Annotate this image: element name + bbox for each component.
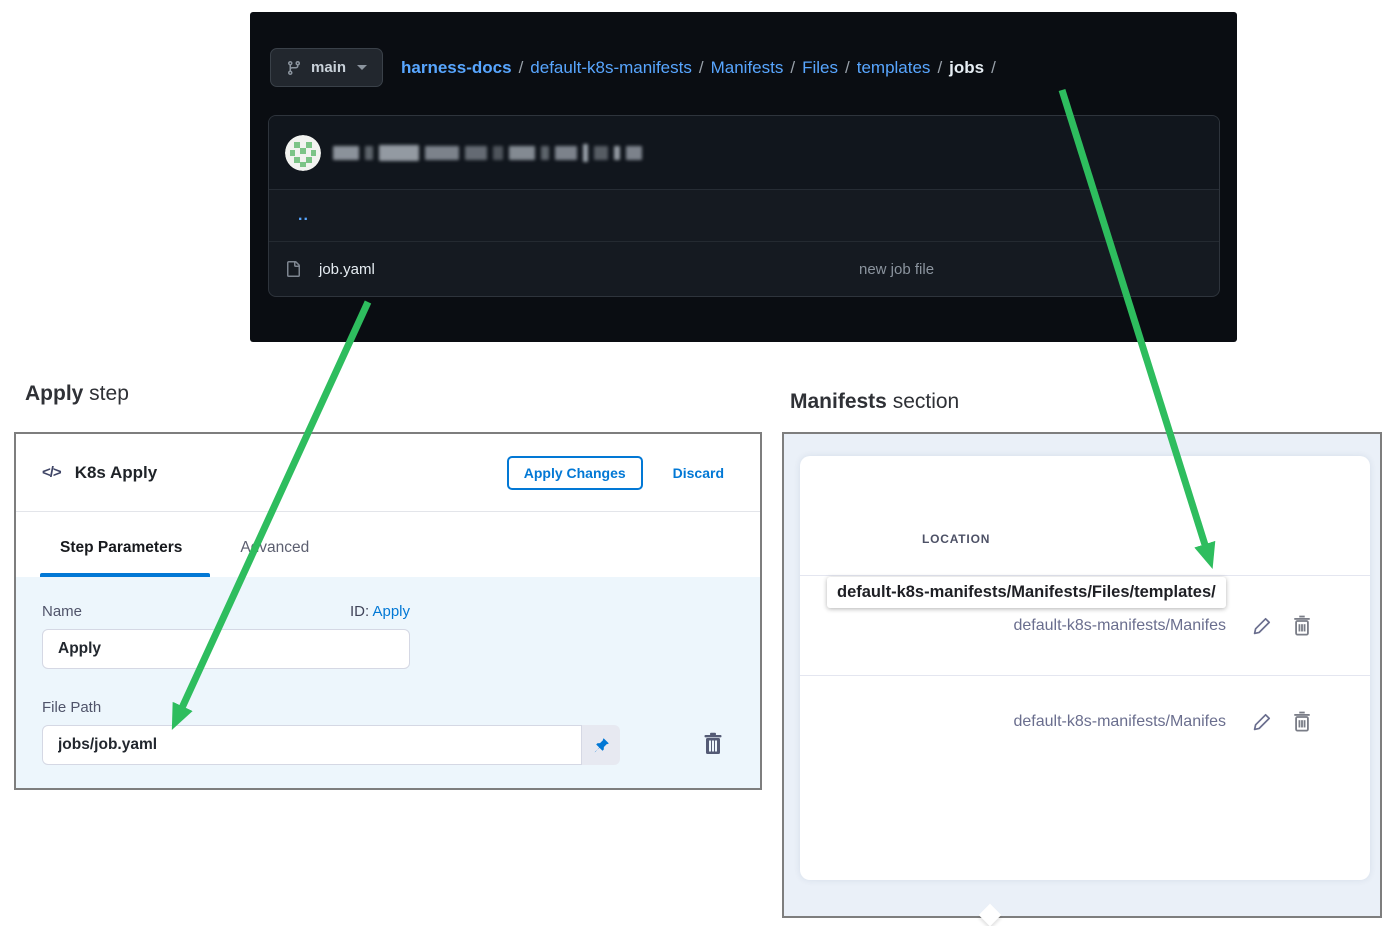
avatar[interactable] bbox=[285, 135, 321, 171]
manifests-heading-bold: Manifests bbox=[790, 390, 887, 413]
trash-icon bbox=[1292, 615, 1312, 637]
step-id: ID: Apply bbox=[350, 603, 410, 620]
delete-manifest-button[interactable] bbox=[1292, 615, 1312, 637]
tooltip-caret bbox=[979, 904, 1002, 926]
tab-step-parameters[interactable]: Step Parameters bbox=[56, 539, 186, 577]
breadcrumb-separator: / bbox=[991, 58, 996, 78]
id-label: ID: bbox=[350, 603, 369, 620]
apply-step-heading: Apply step bbox=[25, 382, 129, 406]
step-tabs: Step Parameters Advanced bbox=[16, 512, 760, 577]
file-list-box: .. job.yaml new job file bbox=[268, 115, 1220, 297]
file-row[interactable]: job.yaml new job file bbox=[269, 242, 1219, 296]
pencil-icon bbox=[1252, 616, 1272, 636]
manifest-location[interactable]: default-k8s-manifests/Manifes bbox=[1013, 713, 1226, 731]
file-name-link[interactable]: job.yaml bbox=[319, 261, 375, 278]
edit-manifest-button[interactable] bbox=[1252, 616, 1272, 636]
manifests-heading-rest: section bbox=[887, 390, 959, 413]
step-panel-header: </> K8s Apply Apply Changes Discard bbox=[16, 434, 760, 512]
branch-selector[interactable]: main bbox=[270, 48, 383, 87]
breadcrumb-default-k8s-manifests[interactable]: default-k8s-manifests bbox=[530, 58, 692, 78]
trash-icon bbox=[702, 732, 724, 756]
parent-directory-link[interactable]: .. bbox=[298, 207, 309, 225]
file-commit-message[interactable]: new job file bbox=[859, 261, 934, 278]
edit-manifest-button[interactable] bbox=[1252, 712, 1272, 732]
blurred-commit-text bbox=[333, 144, 642, 162]
apply-changes-button[interactable]: Apply Changes bbox=[507, 456, 643, 490]
step-parameters-form: Name ID: Apply File Path bbox=[16, 577, 760, 788]
breadcrumb-separator: / bbox=[845, 58, 850, 78]
name-input[interactable] bbox=[42, 629, 410, 669]
latest-commit-row[interactable] bbox=[269, 116, 1219, 190]
parent-directory-row[interactable]: .. bbox=[269, 190, 1219, 242]
branch-name: main bbox=[311, 59, 346, 76]
breadcrumb-separator: / bbox=[790, 58, 795, 78]
manifest-location[interactable]: default-k8s-manifests/Manifes bbox=[1013, 617, 1226, 635]
file-path-label: File Path bbox=[42, 699, 734, 716]
breadcrumb-separator: / bbox=[519, 58, 524, 78]
trash-icon bbox=[1292, 711, 1312, 733]
git-branch-icon bbox=[286, 60, 302, 76]
breadcrumb-separator: / bbox=[699, 58, 704, 78]
k8s-apply-step-panel: </> K8s Apply Apply Changes Discard Step… bbox=[14, 432, 762, 790]
location-column-header: LOCATION bbox=[922, 532, 990, 546]
apply-heading-rest: step bbox=[83, 382, 129, 405]
id-value-link[interactable]: Apply bbox=[372, 603, 410, 620]
name-field-label: Name bbox=[42, 603, 82, 620]
breadcrumb: harness-docs / default-k8s-manifests / M… bbox=[401, 58, 996, 78]
location-tooltip: default-k8s-manifests/Manifests/Files/te… bbox=[827, 577, 1226, 608]
pushpin-icon bbox=[593, 737, 610, 754]
delete-manifest-button[interactable] bbox=[1292, 711, 1312, 733]
manifests-section-panel: LOCATION default-k8s-manifests/Manifes bbox=[782, 432, 1382, 918]
github-file-browser: main harness-docs / default-k8s-manifest… bbox=[250, 12, 1237, 342]
apply-heading-bold: Apply bbox=[25, 382, 83, 405]
manifests-table: LOCATION default-k8s-manifests/Manifes bbox=[800, 456, 1370, 880]
breadcrumb-manifests[interactable]: Manifests bbox=[711, 58, 784, 78]
discard-button[interactable]: Discard bbox=[667, 464, 730, 482]
tab-advanced[interactable]: Advanced bbox=[236, 539, 313, 577]
chevron-down-icon bbox=[357, 65, 367, 70]
manifests-section-heading: Manifests section bbox=[790, 390, 959, 414]
breadcrumb-jobs: jobs bbox=[949, 58, 984, 78]
manifest-row: default-k8s-manifests/Manifes bbox=[800, 675, 1370, 767]
breadcrumb-files[interactable]: Files bbox=[802, 58, 838, 78]
breadcrumb-separator: / bbox=[937, 58, 942, 78]
breadcrumb-templates[interactable]: templates bbox=[857, 58, 931, 78]
pin-runtime-input-button[interactable] bbox=[582, 725, 620, 765]
breadcrumb-repo[interactable]: harness-docs bbox=[401, 58, 512, 78]
file-icon bbox=[285, 261, 301, 277]
file-path-input[interactable] bbox=[42, 725, 582, 765]
delete-step-field-button[interactable] bbox=[700, 730, 726, 761]
code-icon: </> bbox=[42, 464, 61, 481]
pencil-icon bbox=[1252, 712, 1272, 732]
step-title: K8s Apply bbox=[75, 463, 158, 483]
github-topbar: main harness-docs / default-k8s-manifest… bbox=[270, 48, 1219, 87]
